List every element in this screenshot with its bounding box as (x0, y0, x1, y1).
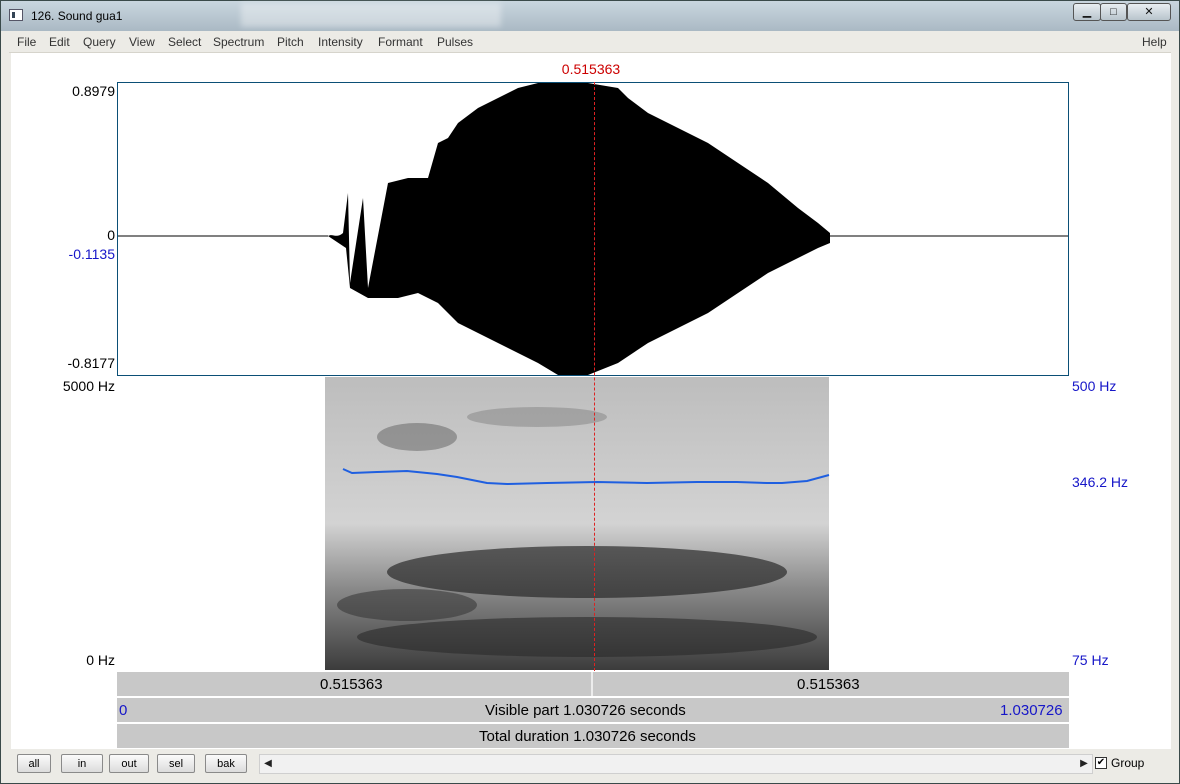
menu-view[interactable]: View (129, 35, 155, 49)
total-duration-bar[interactable]: Total duration 1.030726 seconds (117, 724, 1069, 748)
pitch-value-label: 346.2 Hz (1072, 474, 1129, 490)
cursor-time-label: 0.515363 (561, 61, 621, 77)
bottom-toolbar: all in out sel bak ◀ ▶ ✔ Group (9, 751, 1171, 777)
title-bar-glass (241, 3, 501, 27)
minimize-button[interactable]: ▁ (1073, 3, 1101, 21)
maximize-button[interactable]: □ (1100, 3, 1127, 21)
window-title: 126. Sound gua1 (31, 9, 123, 23)
close-button[interactable]: ✕ (1127, 3, 1171, 21)
waveform-min-label: -0.8177 (67, 355, 115, 371)
spectrogram-panel[interactable] (117, 377, 1069, 670)
spectrogram-plot (325, 377, 830, 670)
cursor-left-time: 0.515363 (320, 676, 383, 693)
menu-bar: File Edit Query View Select Spectrum Pit… (9, 32, 1171, 53)
menu-pulses[interactable]: Pulses (437, 35, 473, 49)
title-bar[interactable]: 126. Sound gua1 ▁ □ ✕ (1, 1, 1179, 31)
menu-query[interactable]: Query (83, 35, 116, 49)
zoom-back-button[interactable]: bak (205, 754, 247, 773)
menu-intensity[interactable]: Intensity (318, 35, 363, 49)
menu-select[interactable]: Select (168, 35, 201, 49)
zoom-out-button[interactable]: out (109, 754, 149, 773)
visible-end-time: 1.030726 (1000, 702, 1063, 719)
spectrogram-top-label: 5000 Hz (62, 378, 115, 394)
waveform-max-label: 0.8979 (72, 83, 115, 99)
scroll-right-icon[interactable]: ▶ (1076, 755, 1092, 773)
group-checkbox[interactable]: ✔ (1095, 757, 1107, 769)
pitch-bottom-label: 75 Hz (1072, 652, 1109, 668)
pitch-top-label: 500 Hz (1072, 378, 1117, 394)
menu-file[interactable]: File (17, 35, 36, 49)
group-label: Group (1111, 756, 1145, 770)
cursor-right-time: 0.515363 (797, 676, 860, 693)
waveform-plot (118, 83, 1068, 375)
zoom-selection-button[interactable]: sel (157, 754, 195, 773)
zoom-in-button[interactable]: in (61, 754, 103, 773)
zoom-all-button[interactable]: all (17, 754, 51, 773)
menu-edit[interactable]: Edit (49, 35, 70, 49)
menu-spectrum[interactable]: Spectrum (213, 35, 264, 49)
visible-part-label: Visible part 1.030726 seconds (485, 702, 686, 719)
total-duration-label: Total duration 1.030726 seconds (479, 728, 696, 745)
horizontal-scrollbar[interactable]: ◀ ▶ (259, 754, 1093, 774)
waveform-cursor-value-label: -0.1135 (68, 246, 115, 262)
menu-formant[interactable]: Formant (378, 35, 423, 49)
menu-pitch[interactable]: Pitch (277, 35, 304, 49)
sound-editor-window: 126. Sound gua1 ▁ □ ✕ File Edit Query Vi… (0, 0, 1180, 784)
cursor-time-bar[interactable]: 0.515363 0.515363 (117, 672, 1069, 696)
cursor-bar-divider (591, 672, 593, 696)
spectrogram-bottom-label: 0 Hz (86, 652, 115, 668)
waveform-panel[interactable] (117, 82, 1069, 376)
praat-app-icon (9, 9, 23, 21)
waveform-zero-label: 0 (107, 227, 115, 243)
visible-part-bar[interactable]: 0 Visible part 1.030726 seconds 1.030726 (117, 698, 1069, 722)
menu-help[interactable]: Help (1142, 35, 1167, 49)
time-cursor[interactable] (594, 82, 595, 671)
scroll-left-icon[interactable]: ◀ (260, 755, 276, 773)
visible-start-time: 0 (119, 702, 128, 719)
